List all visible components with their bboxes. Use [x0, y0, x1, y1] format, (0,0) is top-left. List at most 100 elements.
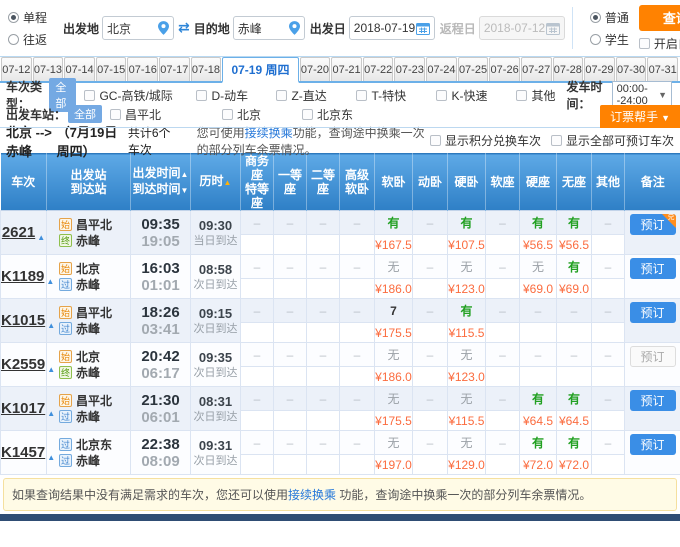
date-tab[interactable]: 07-23 — [394, 57, 425, 81]
book-button[interactable]: 预订 — [630, 302, 676, 323]
train-number-link[interactable]: K1017 — [1, 400, 45, 417]
book-button[interactable]: 预订 — [630, 390, 676, 411]
train-number-cell: K2559▲ — [1, 343, 47, 387]
date-tab[interactable]: 07-15 — [96, 57, 127, 81]
expand-stops-icon[interactable]: ▲ — [47, 409, 55, 418]
column-header-软座[interactable]: 软座 — [486, 154, 520, 211]
train-number-cell: 2621▲ — [1, 211, 47, 255]
train-type-filter-row: 车次类型： 全部 GC-高铁/城际D-动车Z-直达T-特快K-快速其他 发车时间… — [6, 87, 674, 103]
train-number-link[interactable]: K1189 — [1, 268, 44, 285]
column-header-动卧[interactable]: 动卧 — [413, 154, 448, 211]
filter-checkbox[interactable]: 昌平北 — [110, 106, 222, 123]
expand-stops-icon[interactable]: ▲ — [37, 233, 45, 242]
query-button[interactable]: 查询 — [639, 5, 680, 31]
column-header-出发站[interactable]: 出发站到达站 — [47, 154, 131, 211]
show-points-trains-checkbox[interactable]: 显示积分兑换车次 — [430, 132, 541, 149]
price-cell — [486, 455, 520, 475]
station-badge-end: 终 — [59, 234, 72, 247]
filter-checkbox[interactable]: Z-直达 — [276, 87, 356, 104]
return-date-input[interactable]: 2018-07-12 — [479, 16, 565, 40]
column-header-出发时间[interactable]: 出发时间▲到达时间▼ — [131, 154, 191, 211]
date-tab-selected[interactable]: 07-19 周四 — [222, 57, 298, 83]
train-number-link[interactable]: K1457 — [1, 444, 45, 461]
train-number-link[interactable]: K1015 — [1, 312, 45, 329]
sort-arrow-icon[interactable]: ▼ — [181, 186, 189, 195]
filter-checkbox[interactable]: T-特快 — [356, 87, 436, 104]
transfer-link[interactable]: 接续换乘 — [288, 488, 336, 502]
expand-stops-icon[interactable]: ▲ — [47, 453, 55, 462]
seat-cell: – — [340, 431, 375, 455]
station-all-badge[interactable]: 全部 — [68, 105, 102, 123]
column-header-硬卧[interactable]: 硬卧 — [448, 154, 486, 211]
column-header-软卧[interactable]: 软卧 — [375, 154, 413, 211]
column-header-备注[interactable]: 备注 — [625, 154, 680, 211]
seat-cell: 7 — [375, 299, 413, 323]
book-button[interactable]: 预订 — [630, 434, 676, 455]
from-input[interactable]: 北京 — [102, 16, 174, 40]
column-header-车次[interactable]: 车次 — [1, 154, 47, 211]
expand-stops-icon[interactable]: ▲ — [47, 365, 55, 374]
return-date-label: 返程日 — [440, 20, 476, 37]
header-line: 软座 — [486, 175, 519, 189]
sort-arrow-icon[interactable]: ▲ — [224, 178, 232, 187]
student-passenger-radio[interactable]: 学生 — [590, 31, 629, 48]
train-number-link[interactable]: K2559 — [1, 356, 45, 373]
header-line: 商务座 — [241, 154, 273, 182]
expand-stops-icon[interactable]: ▲ — [46, 277, 54, 286]
date-tab[interactable]: 07-27 — [521, 57, 552, 81]
book-button[interactable]: 预订 — [630, 258, 676, 279]
swap-stations-icon[interactable]: ⇄ — [178, 20, 190, 36]
price-cell: ¥56.5 — [557, 235, 592, 255]
price-cell — [413, 411, 448, 431]
arrival-station: 过赤峰 — [47, 321, 130, 337]
train-number-link[interactable]: 2621 — [2, 224, 35, 241]
book-button[interactable]: 预订兑 — [630, 214, 676, 235]
column-header-历时[interactable]: 历时▲ — [191, 154, 241, 211]
normal-passenger-radio[interactable]: 普通 — [590, 9, 629, 26]
date-tab[interactable]: 07-18 — [191, 57, 222, 81]
date-tab[interactable]: 07-25 — [458, 57, 489, 81]
date-tab[interactable]: 07-21 — [331, 57, 362, 81]
column-header-高级[interactable]: 高级软卧 — [340, 154, 375, 211]
booking-helper-button[interactable]: 订票帮手▼ — [600, 105, 680, 128]
date-tab[interactable]: 07-20 — [300, 57, 331, 81]
column-header-无座[interactable]: 无座 — [557, 154, 592, 211]
round-trip-radio[interactable]: 往返 — [8, 31, 47, 48]
date-tab[interactable]: 07-26 — [489, 57, 520, 81]
show-all-bookable-checkbox[interactable]: 显示全部可预订车次 — [551, 132, 674, 149]
filter-checkbox[interactable]: 其他 — [516, 87, 566, 104]
seat-cell: – — [274, 211, 307, 235]
header-line: 出发时间▲ — [131, 166, 190, 182]
filter-checkbox[interactable]: 北京 — [222, 106, 302, 123]
auto-query-checkbox[interactable]: 开启自动查询 — [639, 35, 680, 52]
filter-checkbox[interactable]: GC-高铁/城际 — [84, 87, 196, 104]
transfer-tip: 您可使用接续换乘功能，查询途中换乘一次的部分列车余票情况。 — [197, 124, 430, 158]
depart-date-value: 2018-07-19 — [354, 21, 415, 35]
to-input[interactable]: 赤峰 — [233, 16, 305, 40]
one-way-radio[interactable]: 单程 — [8, 9, 47, 26]
seat-cell: 无 — [520, 255, 557, 279]
seat-cell: – — [241, 343, 274, 367]
date-tab[interactable]: 07-24 — [426, 57, 457, 81]
filter-checkbox[interactable]: 北京东 — [302, 106, 382, 123]
date-tab[interactable]: 07-16 — [127, 57, 158, 81]
filter-checkbox[interactable]: K-快速 — [436, 87, 516, 104]
remark-cell: 预订 — [625, 431, 680, 475]
price-cell: ¥167.5 — [375, 235, 413, 255]
depart-date-input[interactable]: 2018-07-19 — [349, 16, 435, 40]
seat-cell: 无 — [375, 387, 413, 411]
expand-stops-icon[interactable]: ▲ — [47, 321, 55, 330]
station-name: 昌平北 — [76, 217, 112, 233]
column-header-其他[interactable]: 其他 — [592, 154, 625, 211]
column-header-商务座[interactable]: 商务座特等座 — [241, 154, 274, 211]
seat-cell: – — [307, 343, 340, 367]
column-header-一等座[interactable]: 一等座 — [274, 154, 307, 211]
date-tab[interactable]: 07-17 — [159, 57, 190, 81]
column-header-二等座[interactable]: 二等座 — [307, 154, 340, 211]
arrival-time: 06:17 — [131, 365, 190, 382]
date-tab[interactable]: 07-22 — [363, 57, 394, 81]
filter-checkbox[interactable]: D-动车 — [196, 87, 276, 104]
column-header-硬座[interactable]: 硬座 — [520, 154, 557, 211]
checkbox-icon — [436, 90, 447, 101]
sort-arrow-icon[interactable]: ▲ — [181, 170, 189, 179]
